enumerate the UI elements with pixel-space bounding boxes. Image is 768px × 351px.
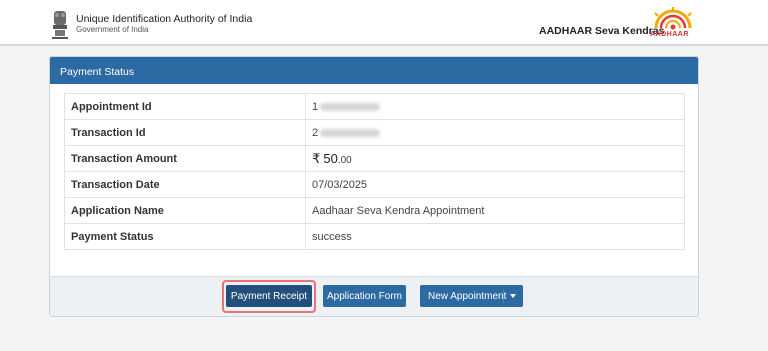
site-header: Unique Identification Authority of India…: [0, 0, 768, 46]
national-emblem-icon: [52, 11, 68, 39]
org-subtitle: Government of India: [76, 25, 149, 34]
application-form-button[interactable]: Application Form: [323, 285, 406, 307]
panel-title: Payment Status: [50, 57, 698, 84]
row-label: Transaction Id: [64, 119, 306, 146]
amount: 50: [323, 150, 338, 166]
panel-footer: Payment Receipt Application Form New App…: [50, 276, 698, 316]
new-appointment-label: New Appointment: [428, 290, 507, 302]
transaction-amount-value: ₹ 50.00: [305, 145, 685, 172]
row-label: Transaction Date: [64, 171, 306, 198]
payment-receipt-button[interactable]: Payment Receipt: [226, 285, 312, 307]
redacted-blur: [320, 102, 381, 111]
row-label: Transaction Amount: [64, 145, 306, 172]
table-row: Transaction Id 2: [64, 119, 685, 146]
appointment-id-value: 1: [305, 93, 685, 120]
row-label: Appointment Id: [64, 93, 306, 120]
aadhaar-logo-text: AADHAAR: [650, 31, 689, 38]
currency-symbol: ₹: [312, 150, 321, 166]
table-row: Appointment Id 1: [64, 93, 685, 120]
amount-decimals: .00: [337, 154, 352, 166]
application-name-value: Aadhaar Seva Kendra Appointment: [305, 197, 685, 224]
table-row: Application Name Aadhaar Seva Kendra App…: [64, 197, 685, 224]
row-label: Payment Status: [64, 223, 306, 250]
transaction-id-value: 2: [305, 119, 685, 146]
payment-status-panel: Payment Status Appointment Id 1 Transact…: [49, 56, 699, 317]
transaction-date-value: 07/03/2025: [305, 171, 685, 198]
table-row: Transaction Amount ₹ 50.00: [64, 145, 685, 172]
brand-name: AADHAAR Seva Kendras: [539, 25, 665, 37]
new-appointment-button[interactable]: New Appointment: [420, 285, 523, 307]
table-row: Transaction Date 07/03/2025: [64, 171, 685, 198]
row-label: Application Name: [64, 197, 306, 224]
button-divider: [503, 289, 504, 303]
redacted-blur: [320, 128, 381, 137]
caret-down-icon[interactable]: [510, 294, 516, 298]
payment-status-value: success: [305, 223, 685, 250]
org-name: Unique Identification Authority of India: [76, 13, 253, 25]
payment-details-table: Appointment Id 1 Transaction Id 2 Transa…: [64, 93, 685, 250]
table-row: Payment Status success: [64, 223, 685, 250]
